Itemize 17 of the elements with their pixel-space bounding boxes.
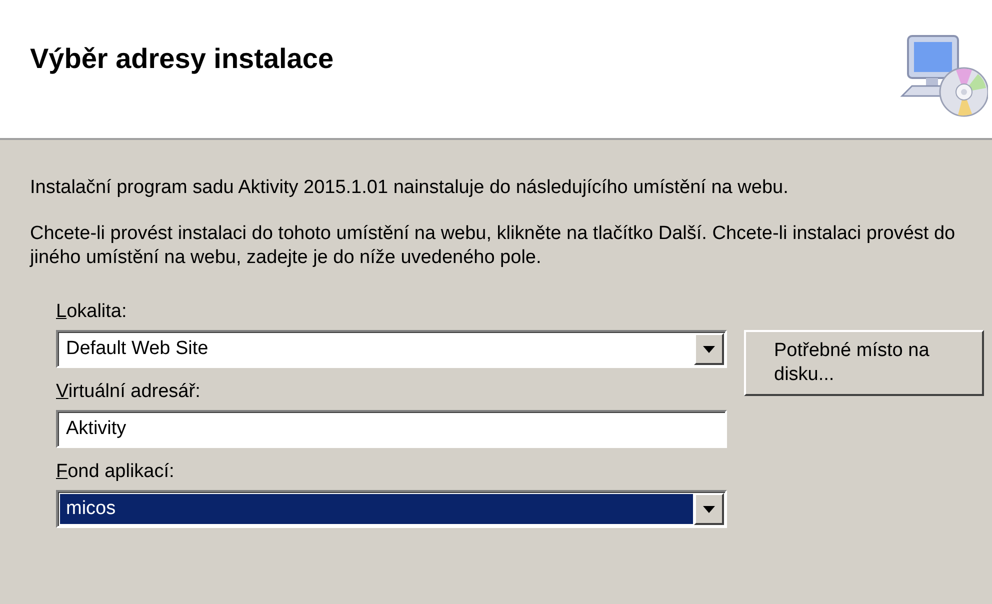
disk-space-button[interactable]: Potřebné místo na disku... (744, 330, 984, 396)
dropdown-arrow-button[interactable] (694, 493, 724, 525)
dropdown-field[interactable]: Default Web Site (56, 330, 727, 368)
field-label: Lokalita: (56, 300, 127, 324)
input-field[interactable]: Aktivity (56, 410, 727, 448)
field-label: Fond aplikací: (56, 460, 174, 484)
caret-icon (703, 346, 715, 352)
dropdown-value: micos (60, 494, 693, 524)
field-label: Virtuální adresář: (56, 380, 200, 404)
instruction-text: Instalační program sadu Aktivity 2015.1.01 nainstaluje do následujícího umístění na webu. (30, 176, 790, 200)
dropdown-value: Default Web Site (65, 337, 210, 361)
caret-icon (703, 506, 715, 512)
dropdown-field[interactable]: micos (56, 490, 727, 528)
instruction-text: Chcete-li provést instalaci do tohoto umístění na webu, klikněte na tlačítko Další. Chcete-li instalaci provést do jiného umístění na webu, zadejte je do níže uvedeného pole. (30, 222, 956, 270)
input-value: Aktivity (65, 417, 128, 441)
dropdown-arrow-button[interactable] (694, 333, 724, 365)
page-title: Výběr adresy instalace (30, 42, 334, 76)
